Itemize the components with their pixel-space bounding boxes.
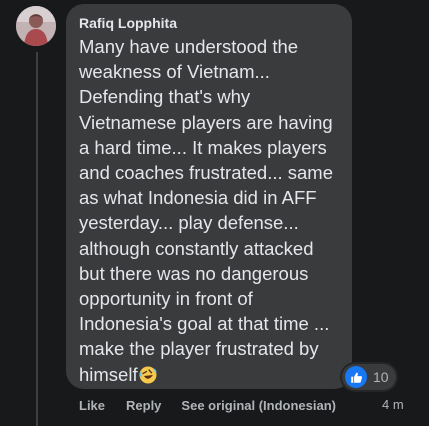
reply-button[interactable]: Reply (126, 398, 161, 413)
comment-timestamp[interactable]: 4 m (382, 396, 404, 414)
comment-bubble: Rafiq Lopphita Many have understood the … (66, 4, 352, 389)
comment-text: Many have understood the weakness of Vie… (79, 34, 347, 387)
see-original-button[interactable]: See original (Indonesian) (181, 398, 336, 413)
reaction-summary[interactable]: 10 (342, 364, 396, 390)
rolling-laughing-emoji-icon (139, 366, 157, 384)
thread-line (36, 52, 38, 426)
comment-actions: Like Reply See original (Indonesian) (79, 396, 336, 414)
author-name[interactable]: Rafiq Lopphita (79, 14, 340, 32)
avatar-photo (16, 6, 56, 46)
reaction-count: 10 (373, 369, 389, 385)
comment-body: Many have understood the weakness of Vie… (79, 36, 333, 385)
like-button[interactable]: Like (79, 398, 105, 413)
avatar[interactable] (16, 6, 56, 46)
like-icon (345, 366, 367, 388)
